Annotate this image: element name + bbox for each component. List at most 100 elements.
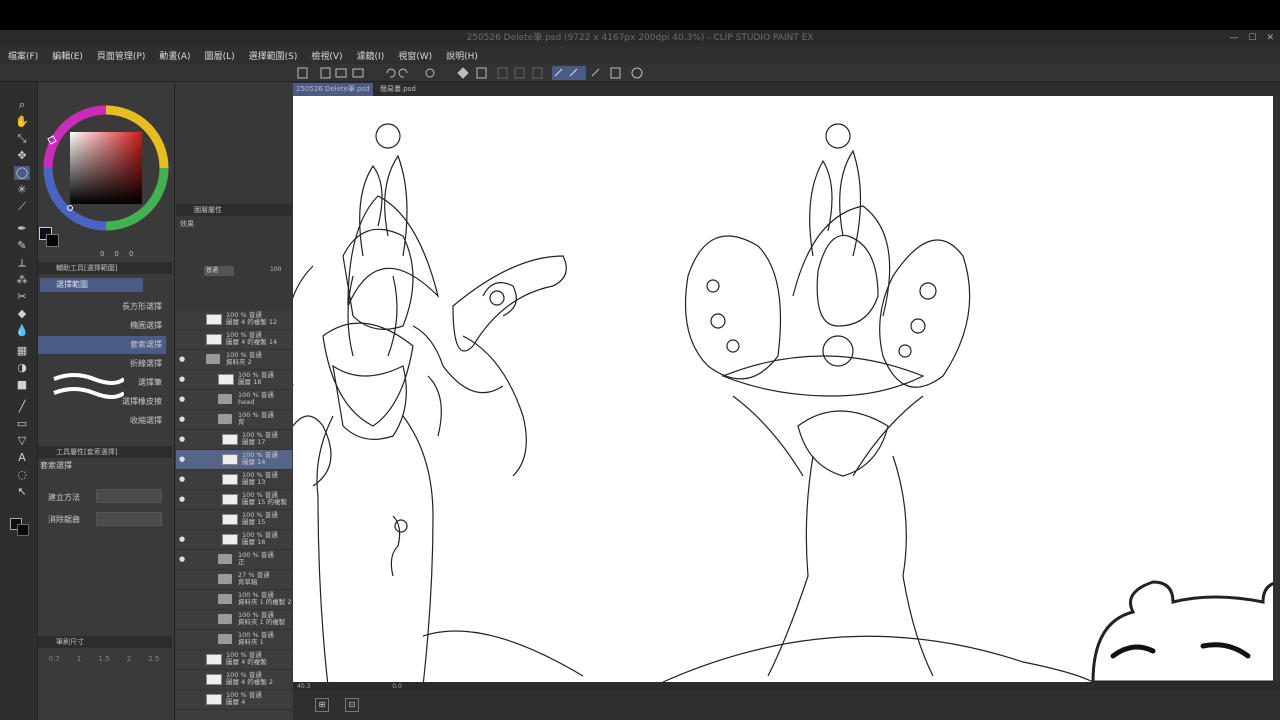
layout-button[interactable]: ⊞ [315,698,329,712]
blend-icon[interactable]: 💧 [14,324,30,338]
color-swatch-pair[interactable] [39,227,61,249]
antialias-buttons[interactable] [96,512,162,526]
layer-name: 圖層 14 [242,458,266,466]
menu-item[interactable]: 頁面管理(P) [97,49,145,62]
visibility-eye-icon[interactable]: ● [179,356,185,363]
sub-tool-group-tab[interactable]: 選擇範圍 [40,278,143,292]
minimize-icon[interactable]: — [1229,30,1238,46]
visibility-eye-icon[interactable]: ● [179,416,185,423]
layer-row[interactable]: 100 % 普通 圖層 4 [176,690,292,710]
menu-item[interactable]: 視窗(W) [398,49,432,62]
gradient-icon[interactable]: ◑ [14,361,30,375]
brush-size-1[interactable]: 0.7 [49,655,60,715]
layer-row[interactable]: 100 % 普通 資料夾 1 的複製 [176,610,292,630]
decoration-icon[interactable]: ✂ [14,290,30,304]
brush-size-grid[interactable]: 0.7 1 1.5 2 2.5 [40,655,168,715]
opacity-value[interactable]: 100 [270,266,281,273]
layer-property-title: 圖層屬性 [176,204,292,216]
menu-item[interactable]: 圖層(L) [205,49,235,62]
brush-size-4[interactable]: 2 [127,655,131,715]
doc-tab-active[interactable]: 250526 Delete筆.psd [293,83,373,96]
doc-tab-2[interactable]: 簡易畫.psd [377,83,447,96]
brush-size-3[interactable]: 1.5 [98,655,109,715]
layer-row[interactable]: ● 100 % 普通 圖層 17 [176,430,292,450]
layer-row[interactable]: ● 100 % 普通正 [176,550,292,570]
visibility-eye-icon[interactable]: ● [179,436,185,443]
layer-row[interactable]: 100 % 普通 圖層 15 [176,510,292,530]
zoom-icon[interactable]: ⌕ [14,98,30,112]
sub-tool-item[interactable]: 收縮選擇 [38,412,166,430]
brush-size-2[interactable]: 1 [77,655,81,715]
layer-row[interactable]: ● 100 % 普通 圖層 18 [176,370,292,390]
layer-row[interactable]: ● 100 % 普通 head [176,390,292,410]
object-icon[interactable]: ↖ [14,485,30,499]
layer-row[interactable]: 100 % 普通 圖層 4 的複製 2 [176,670,292,690]
color-wheel[interactable] [40,102,172,234]
sub-tool-item[interactable]: 選擇筆 [38,374,166,392]
layer-row[interactable]: ● 100 % 普通 圖層 15 的複製 [176,490,292,510]
layer-row[interactable]: 100 % 普通 資料夾 1 [176,630,292,650]
visibility-eye-icon[interactable]: ● [179,556,185,563]
operation-icon[interactable]: ⤡ [14,132,30,146]
menu-item[interactable]: 檢視(V) [311,49,342,62]
sub-tool-item[interactable]: 折線選擇 [38,355,166,373]
magic-wand-icon[interactable]: ✳ [14,183,30,197]
menu-item[interactable]: 濾鏡(I) [357,49,385,62]
menu-item[interactable]: 動畫(A) [159,49,190,62]
sub-tool-item[interactable]: 套索選擇 [38,336,166,354]
sub-tool-item[interactable]: 選擇橡皮擦 [38,393,166,411]
correct-line-icon[interactable]: ▽ [14,434,30,448]
folder-icon [218,614,232,624]
visibility-eye-icon[interactable]: ● [179,536,185,543]
navigator-button[interactable]: ⊡ [345,698,359,712]
angle-value[interactable]: 0.0 [392,683,402,690]
sub-tool-item[interactable]: 橢圓選擇 [38,317,166,335]
sub-color-swatch[interactable] [17,524,29,536]
layer-row[interactable]: 100 % 普通 圖層 4 的複製 12 [176,310,292,330]
visibility-eye-icon[interactable]: ● [179,456,185,463]
layer-row[interactable]: 27 % 普通 背草稿 [176,570,292,590]
maximize-icon[interactable]: ☐ [1248,30,1256,46]
eraser-icon[interactable]: ◆ [14,307,30,321]
menu-item[interactable]: 檔案(F) [8,49,38,62]
canvas-scrollbar[interactable] [1273,96,1280,682]
layer-row[interactable]: ● 100 % 普通 資料夾 2 [176,350,292,370]
drawing-canvas[interactable] [293,96,1273,682]
visibility-eye-icon[interactable]: ● [179,496,185,503]
balloon-icon[interactable]: ◌ [14,468,30,482]
layer-row[interactable]: ● 100 % 普通背 [176,410,292,430]
pen-icon[interactable]: ✒ [14,222,30,236]
pencil-icon[interactable]: ✎ [14,239,30,253]
layer-row[interactable]: ● 100 % 普通 圖層 14 [176,450,292,470]
layer-row[interactable]: ● 100 % 普通 圖層 16 [176,530,292,550]
visibility-eye-icon[interactable]: ● [179,476,185,483]
figure-icon[interactable]: ■ [14,378,30,392]
menu-item[interactable]: 選擇範圍(S) [249,49,298,62]
move-icon[interactable]: ✥ [14,149,30,163]
airbrush-icon[interactable]: ⁂ [14,273,30,287]
layer-row[interactable]: 100 % 普通 圖層 4 的複製 [176,650,292,670]
layer-row[interactable]: ● 100 % 普通 圖層 13 [176,470,292,490]
close-icon[interactable]: ✕ [1266,30,1274,46]
brush-icon[interactable]: ⟂ [14,256,30,270]
layer-row[interactable]: 100 % 普通 圖層 4 的複製 14 [176,330,292,350]
brush-size-5[interactable]: 2.5 [148,655,159,715]
sub-tool-item[interactable]: 長方形選擇 [38,298,166,316]
ruler-icon[interactable]: ╱ [14,400,30,414]
fill-icon[interactable]: ▦ [14,344,30,358]
blend-mode-select[interactable]: 普通 [204,266,234,276]
layer-row[interactable]: 100 % 普通 資料夾 1 的複製 2 [176,590,292,610]
command-bar-icons[interactable] [0,64,1280,82]
eyedropper-icon[interactable]: ⟋ [14,200,30,214]
hand-icon[interactable]: ✋ [14,115,30,129]
menu-item[interactable]: 編輯(E) [52,49,83,62]
zoom-value[interactable]: 40.3 [297,683,310,690]
visibility-eye-icon[interactable]: ● [179,376,185,383]
frame-icon[interactable]: ▭ [14,417,30,431]
layer-name: 圖層 4 的複製 2 [226,678,273,686]
lasso-icon[interactable]: ◯ [14,166,30,180]
visibility-eye-icon[interactable]: ● [179,396,185,403]
menu-item[interactable]: 說明(H) [446,49,478,62]
create-method-buttons[interactable] [96,489,162,503]
text-icon[interactable]: A [14,451,30,465]
